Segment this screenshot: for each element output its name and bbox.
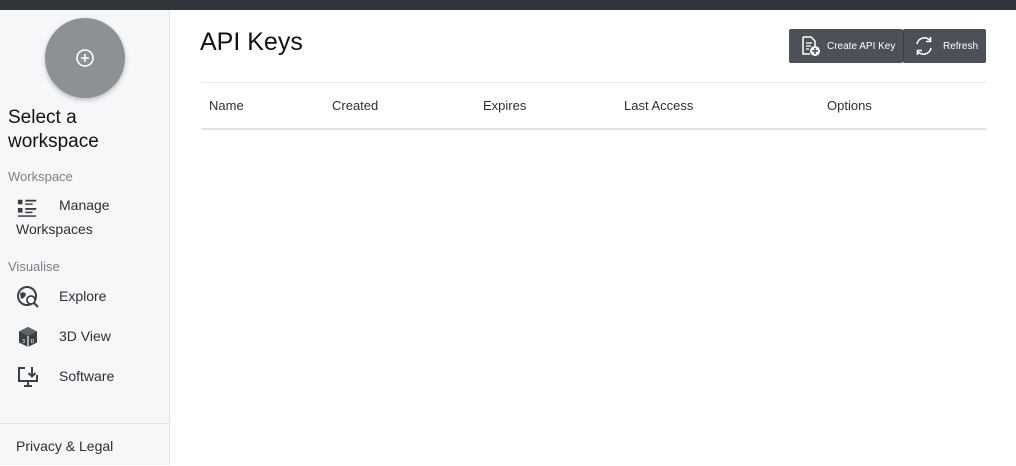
list-icon [17, 199, 37, 217]
sidebar-item-manage-workspaces[interactable]: Manage Workspaces [16, 196, 166, 242]
api-keys-table-header: Name Created Expires Last Access Options [201, 83, 986, 130]
top-bar [0, 0, 1016, 10]
svg-text:D: D [31, 339, 35, 345]
sidebar-item-label: Explore [59, 288, 107, 304]
column-header-expires[interactable]: Expires [483, 98, 526, 113]
sidebar-item-3d-view[interactable]: 3 D 3D View [16, 325, 166, 349]
refresh-button[interactable]: Refresh [903, 29, 986, 63]
sidebar-item-label: Software [59, 368, 115, 384]
globe-search-icon [17, 286, 39, 308]
refresh-icon [916, 37, 932, 55]
sidebar: Select a workspace Workspace Manage Work… [0, 10, 170, 465]
sidebar-item-explore[interactable]: Explore [16, 285, 166, 309]
add-workspace-button[interactable] [45, 18, 125, 98]
sidebar-item-label: 3D View [59, 328, 111, 344]
sidebar-item-software[interactable]: Software [16, 365, 166, 389]
document-plus-icon [802, 36, 820, 56]
column-header-options: Options [827, 98, 872, 113]
page-title: API Keys [200, 28, 303, 56]
download-monitor-icon [18, 367, 38, 387]
column-header-created[interactable]: Created [332, 98, 378, 113]
column-header-last-access[interactable]: Last Access [624, 98, 693, 113]
sidebar-item-label: Manage [59, 197, 110, 213]
plus-circle-icon [76, 49, 94, 67]
section-label-visualise: Visualise [8, 259, 60, 274]
create-api-key-button[interactable]: Create API Key [789, 29, 903, 63]
create-api-key-label: Create API Key [827, 40, 896, 52]
refresh-label: Refresh [943, 40, 979, 52]
svg-text:3: 3 [22, 339, 25, 345]
workspace-title: Select a workspace [8, 107, 99, 152]
sidebar-item-label: Workspaces [16, 221, 93, 237]
privacy-legal-link[interactable]: Privacy & Legal [16, 438, 113, 454]
sidebar-footer: Privacy & Legal [0, 423, 169, 466]
cube-icon: 3 D [19, 327, 37, 347]
column-header-name[interactable]: Name [209, 98, 244, 113]
section-label-workspace: Workspace [8, 169, 73, 184]
